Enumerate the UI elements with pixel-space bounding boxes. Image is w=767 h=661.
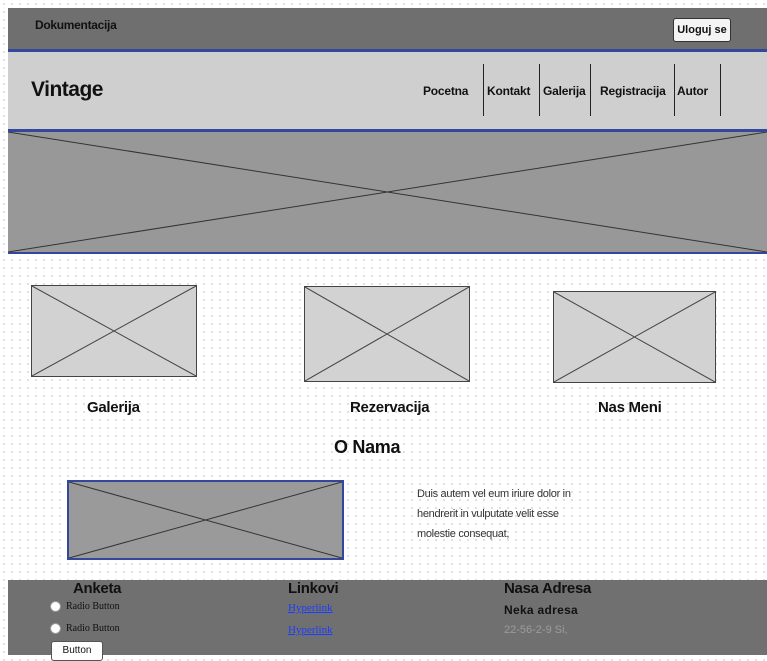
nav-item-registracija[interactable]: Registracija (600, 84, 666, 98)
site-logo[interactable]: Vintage (31, 78, 103, 102)
poll-option[interactable]: Radio Button (50, 601, 120, 613)
page: Dokumentacija Uloguj se Vintage Pocetna … (8, 8, 767, 661)
address-line: Neka adresa (504, 603, 579, 617)
about-image (67, 480, 344, 560)
poll-option-label: Radio Button (66, 623, 120, 634)
about-text-line: molestie consequat, (417, 528, 510, 540)
nav-item-kontakt[interactable]: Kontakt (487, 84, 530, 98)
card-label-rezervacija[interactable]: Rezervacija (350, 399, 430, 416)
about-text-line: Duis autem vel eum iriure dolor in (417, 488, 571, 500)
card-image-nas-meni[interactable] (553, 291, 716, 383)
nav-separator (539, 64, 540, 116)
header: Vintage Pocetna Kontakt Galerija Registr… (8, 52, 767, 129)
card-image-galerija[interactable] (31, 285, 197, 377)
image-placeholder-icon (554, 292, 715, 382)
nav-separator (590, 64, 591, 116)
radio-icon[interactable] (50, 601, 61, 613)
poll-submit-button[interactable]: Button (51, 641, 103, 661)
top-bar: Dokumentacija Uloguj se (8, 8, 767, 49)
poll-option[interactable]: Radio Button (50, 623, 120, 635)
footer-link[interactable]: Hyperlink (288, 602, 333, 614)
divider (8, 252, 767, 254)
nav-item-pocetna[interactable]: Pocetna (423, 84, 468, 98)
image-placeholder-icon (32, 286, 196, 376)
address-title: Nasa Adresa (504, 580, 592, 597)
documentation-link[interactable]: Dokumentacija (35, 18, 117, 32)
image-placeholder-icon (305, 287, 469, 381)
about-title: O Nama (334, 437, 401, 457)
footer: Anketa Radio Button Radio Button Button … (8, 580, 767, 661)
image-placeholder-icon (8, 132, 767, 252)
card-label-nas-meni[interactable]: Nas Meni (598, 399, 662, 416)
nav-item-galerija[interactable]: Galerija (543, 84, 586, 98)
card-label-galerija[interactable]: Galerija (87, 399, 140, 416)
hero-image (8, 132, 767, 252)
footer-link[interactable]: Hyperlink (288, 624, 333, 636)
radio-icon[interactable] (50, 623, 61, 635)
nav-separator (720, 64, 721, 116)
card-image-rezervacija[interactable] (304, 286, 470, 382)
nav-item-autor[interactable]: Autor (677, 84, 708, 98)
poll-option-label: Radio Button (66, 601, 120, 612)
about-text: Duis autem vel eum iriure dolor in hendr… (417, 484, 617, 544)
address-phone: 22-56-2-9 Si, (504, 624, 568, 636)
nav-separator (674, 64, 675, 116)
about-text-line: hendrerit in vulputate velit esse (417, 508, 559, 520)
links-title: Linkovi (288, 580, 339, 597)
nav-separator (483, 64, 484, 116)
poll-title: Anketa (73, 580, 122, 597)
image-placeholder-icon (69, 482, 342, 558)
login-button[interactable]: Uloguj se (673, 18, 731, 42)
